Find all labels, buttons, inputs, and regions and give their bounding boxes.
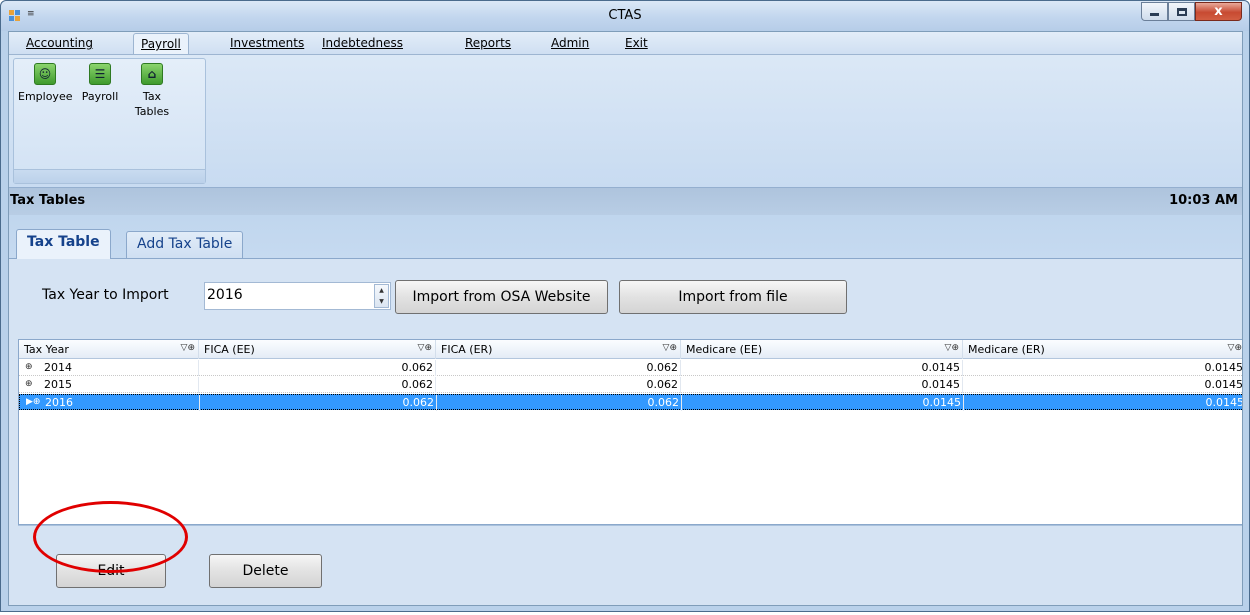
column-label: FICA (ER) (441, 343, 493, 356)
employee-button[interactable]: ☺ Employee (18, 63, 72, 104)
tax-tables-icon: ⌂ (141, 63, 163, 85)
column-header-medicare-ee[interactable]: Medicare (EE) ▽⊕ (681, 340, 963, 359)
column-header-fica-ee[interactable]: FICA (EE) ▽⊕ (199, 340, 436, 359)
ribbon: ☺ Employee ☰ Payroll ⌂ Tax Tables (9, 54, 1242, 187)
cell-fica-ee[interactable]: 0.062 (200, 395, 437, 411)
year-spinner[interactable]: ▲ ▼ (374, 284, 389, 308)
column-label: Medicare (EE) (686, 343, 763, 356)
cell-fica-er[interactable]: 0.062 (436, 360, 681, 376)
column-label: FICA (EE) (204, 343, 255, 356)
table-row[interactable]: ⊕ 2015 0.062 0.062 0.0145 0.0145 (19, 377, 1243, 393)
cell-medicare-er[interactable]: 0.0145 (963, 377, 1243, 393)
tab-add-tax-table[interactable]: Add Tax Table (126, 231, 244, 258)
cell-medicare-ee[interactable]: 0.0145 (681, 360, 963, 376)
row-pin-icon[interactable]: ⊕ (19, 377, 43, 393)
filter-pin-icon[interactable]: ▽⊕ (1228, 343, 1242, 353)
cell-fica-er[interactable]: 0.062 (436, 377, 681, 393)
cell-tax-year[interactable]: 2014 (41, 360, 199, 376)
cell-medicare-er[interactable]: 0.0145 (964, 395, 1243, 411)
caption-buttons: x (1141, 2, 1242, 21)
menu-indebtedness[interactable]: Indebtedness (315, 35, 410, 53)
column-label: Medicare (ER) (968, 343, 1045, 356)
cell-medicare-ee[interactable]: 0.0145 (682, 395, 964, 411)
cell-medicare-er[interactable]: 0.0145 (963, 360, 1243, 376)
spin-down-icon[interactable]: ▼ (375, 296, 388, 307)
cell-tax-year[interactable]: 2015 (41, 377, 199, 393)
close-button[interactable]: x (1195, 2, 1242, 21)
tax-year-input[interactable]: 2016 ▲ ▼ (204, 282, 391, 310)
tab-strip: Tax Table Add Tax Table (9, 215, 1242, 259)
row-pin-icon[interactable]: ⊕ (19, 360, 43, 376)
spin-up-icon[interactable]: ▲ (375, 285, 388, 296)
filter-pin-icon[interactable]: ▽⊕ (418, 343, 432, 353)
employee-icon: ☺ (34, 63, 56, 85)
client-area: Accounting Payroll Investments Indebtedn… (8, 31, 1243, 606)
app-window: ≡ CTAS x Accounting Payroll Investments … (0, 0, 1250, 612)
ribbon-group-payroll: ☺ Employee ☰ Payroll ⌂ Tax Tables (13, 58, 206, 184)
section-title: Tax Tables (10, 193, 86, 208)
filter-pin-icon[interactable]: ▽⊕ (181, 343, 195, 353)
tax-year-value: 2016 (207, 287, 243, 303)
column-header-fica-er[interactable]: FICA (ER) ▽⊕ (436, 340, 681, 359)
ribbon-group-footer (14, 169, 205, 183)
table-row-selected[interactable]: ▶⊕ 2016 0.062 0.062 0.0145 0.0145 (19, 394, 1243, 411)
minimize-button[interactable] (1141, 2, 1168, 21)
section-header: Tax Tables 10:03 AM (9, 187, 1242, 215)
tax-table-panel: Tax Year to Import 2016 ▲ ▼ Import from … (9, 259, 1243, 605)
import-osa-button[interactable]: Import from OSA Website (395, 280, 608, 314)
minimize-icon (1150, 13, 1159, 16)
import-file-button[interactable]: Import from file (619, 280, 847, 314)
close-icon: x (1214, 4, 1223, 19)
cell-fica-ee[interactable]: 0.062 (199, 360, 436, 376)
grid-header: Tax Year ▽⊕ FICA (EE) ▽⊕ FICA (ER) ▽⊕ Me… (19, 340, 1242, 359)
menu-bar: Accounting Payroll Investments Indebtedn… (9, 32, 1242, 54)
column-header-medicare-er[interactable]: Medicare (ER) ▽⊕ (963, 340, 1242, 359)
filter-pin-icon[interactable]: ▽⊕ (945, 343, 959, 353)
menu-investments[interactable]: Investments (223, 35, 311, 53)
menu-reports[interactable]: Reports (458, 35, 518, 53)
cell-fica-er[interactable]: 0.062 (437, 395, 682, 411)
column-header-tax-year[interactable]: Tax Year ▽⊕ (19, 340, 199, 359)
delete-button[interactable]: Delete (209, 554, 322, 588)
cell-tax-year[interactable]: 2016 (42, 395, 200, 411)
table-row[interactable]: ⊕ 2014 0.062 0.062 0.0145 0.0145 (19, 360, 1243, 376)
tax-year-label: Tax Year to Import (42, 287, 169, 303)
payroll-icon: ☰ (89, 63, 111, 85)
tab-tax-table[interactable]: Tax Table (16, 229, 111, 259)
title-bar[interactable]: ≡ CTAS x (1, 1, 1249, 31)
tax-table-grid[interactable]: Tax Year ▽⊕ FICA (EE) ▽⊕ FICA (ER) ▽⊕ Me… (18, 339, 1243, 525)
maximize-button[interactable] (1168, 2, 1195, 21)
cell-medicare-ee[interactable]: 0.0145 (681, 377, 963, 393)
menu-payroll[interactable]: Payroll (133, 33, 189, 54)
menu-admin[interactable]: Admin (544, 35, 596, 53)
payroll-button[interactable]: ☰ Payroll (76, 63, 124, 104)
menu-exit[interactable]: Exit (618, 35, 655, 53)
filter-pin-icon[interactable]: ▽⊕ (663, 343, 677, 353)
window-title: CTAS (608, 8, 642, 23)
employee-label: Employee (18, 90, 73, 103)
column-label: Tax Year (24, 343, 69, 356)
menu-accounting[interactable]: Accounting (19, 35, 100, 53)
payroll-label: Payroll (81, 90, 119, 103)
tax-tables-label: Tax Tables (134, 90, 170, 118)
clock: 10:03 AM (1169, 193, 1238, 208)
grid-bottom-divider (18, 525, 1242, 526)
edit-button[interactable]: Edit (56, 554, 166, 588)
row-current-pin-icon[interactable]: ▶⊕ (20, 395, 44, 411)
cell-fica-ee[interactable]: 0.062 (199, 377, 436, 393)
maximize-icon (1176, 7, 1187, 16)
tax-tables-button[interactable]: ⌂ Tax Tables (127, 63, 177, 119)
